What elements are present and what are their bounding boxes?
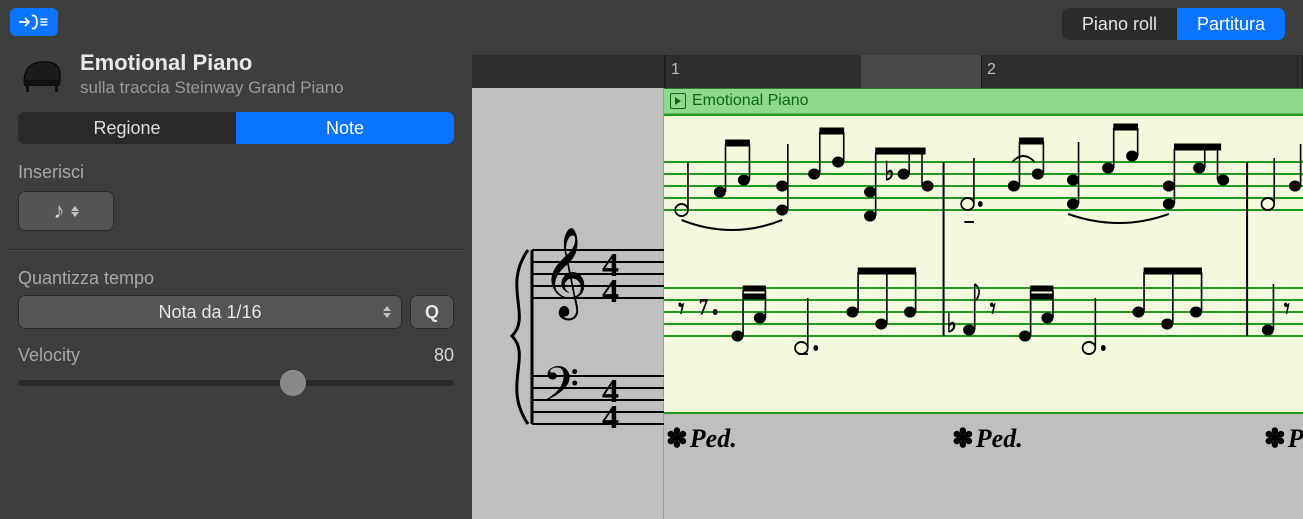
- ruler-gutter: [472, 55, 664, 88]
- bar-ruler[interactable]: 123: [472, 55, 1303, 88]
- quantize-select[interactable]: Nota da 1/16: [18, 295, 402, 329]
- insert-note-value-select[interactable]: ♪: [18, 191, 114, 231]
- score-area: 𝄞 𝄢 4 4 4 4: [472, 88, 1303, 519]
- note: ♭: [675, 128, 933, 230]
- svg-text:𝄾: 𝄾: [990, 294, 996, 325]
- svg-text:𝄾: 𝄾: [678, 294, 684, 325]
- ruler-tick: [665, 55, 666, 88]
- track-header: Emotional Piano sulla traccia Steinway G…: [0, 44, 472, 112]
- view-pianoroll-button[interactable]: Piano roll: [1062, 8, 1177, 40]
- track-subtitle: sulla traccia Steinway Grand Piano: [80, 78, 344, 98]
- score-gutter: 𝄞 𝄢 4 4 4 4: [472, 88, 664, 519]
- velocity-value: 80: [434, 345, 454, 366]
- cycle-range[interactable]: [861, 55, 981, 88]
- svg-text:𝄢: 𝄢: [542, 358, 579, 423]
- track-title: Emotional Piano: [80, 50, 344, 76]
- svg-text:♭: ♭: [884, 158, 894, 187]
- score-canvas[interactable]: ♭: [664, 88, 1303, 519]
- tab-note[interactable]: Note: [236, 112, 454, 144]
- quantize-label: Quantizza tempo: [18, 268, 454, 289]
- region-header[interactable]: Emotional Piano: [664, 88, 1303, 114]
- score-editor: Piano roll Partitura 123 Emotional Piano: [472, 0, 1303, 519]
- svg-text:4: 4: [602, 273, 619, 310]
- velocity-label: Velocity: [18, 345, 80, 366]
- grand-piano-icon: [18, 54, 66, 94]
- catch-playhead-button[interactable]: [10, 8, 58, 36]
- gutter-notation: 𝄞 𝄢 4 4 4 4: [472, 176, 664, 476]
- toolbar-row: [0, 0, 472, 44]
- catch-playhead-icon: [17, 13, 51, 31]
- ruler-track[interactable]: 123: [664, 55, 1303, 88]
- view-segmented-control: Piano roll Partitura: [1062, 8, 1285, 40]
- svg-text:♭: ♭: [947, 310, 957, 339]
- stepper-arrows-icon: [383, 306, 391, 318]
- ruler-bar-number: 1: [671, 61, 680, 79]
- ruler-bar-number: 2: [987, 61, 996, 79]
- svg-text:𝄾: 𝄾: [1284, 294, 1290, 325]
- inspector-segmented-control: Regione Note: [0, 112, 472, 156]
- pedal-mark: Ped.: [952, 424, 1023, 454]
- eighth-note-icon: ♪: [54, 200, 65, 222]
- ruler-tick: [1297, 55, 1298, 88]
- stepper-arrows-icon: [71, 206, 79, 217]
- quantize-value: Nota da 1/16: [158, 302, 261, 323]
- svg-text:7: 7: [699, 295, 708, 319]
- ruler-tick: [981, 55, 982, 88]
- pedal-mark: Ped.: [1264, 424, 1303, 454]
- region-name: Emotional Piano: [692, 92, 809, 110]
- view-score-button[interactable]: Partitura: [1177, 8, 1285, 40]
- region-play-icon: [670, 93, 686, 109]
- insert-label: Inserisci: [0, 162, 472, 183]
- velocity-slider-thumb[interactable]: [280, 370, 306, 396]
- tab-regione[interactable]: Regione: [18, 112, 236, 144]
- quantize-apply-button[interactable]: Q: [410, 295, 454, 329]
- inspector-panel: Emotional Piano sulla traccia Steinway G…: [0, 0, 472, 519]
- svg-text:4: 4: [602, 399, 619, 436]
- velocity-slider[interactable]: [18, 380, 454, 386]
- svg-text:𝄞: 𝄞: [542, 228, 588, 321]
- pedal-mark: Ped.: [666, 424, 737, 454]
- score-notation: ♭: [664, 114, 1303, 414]
